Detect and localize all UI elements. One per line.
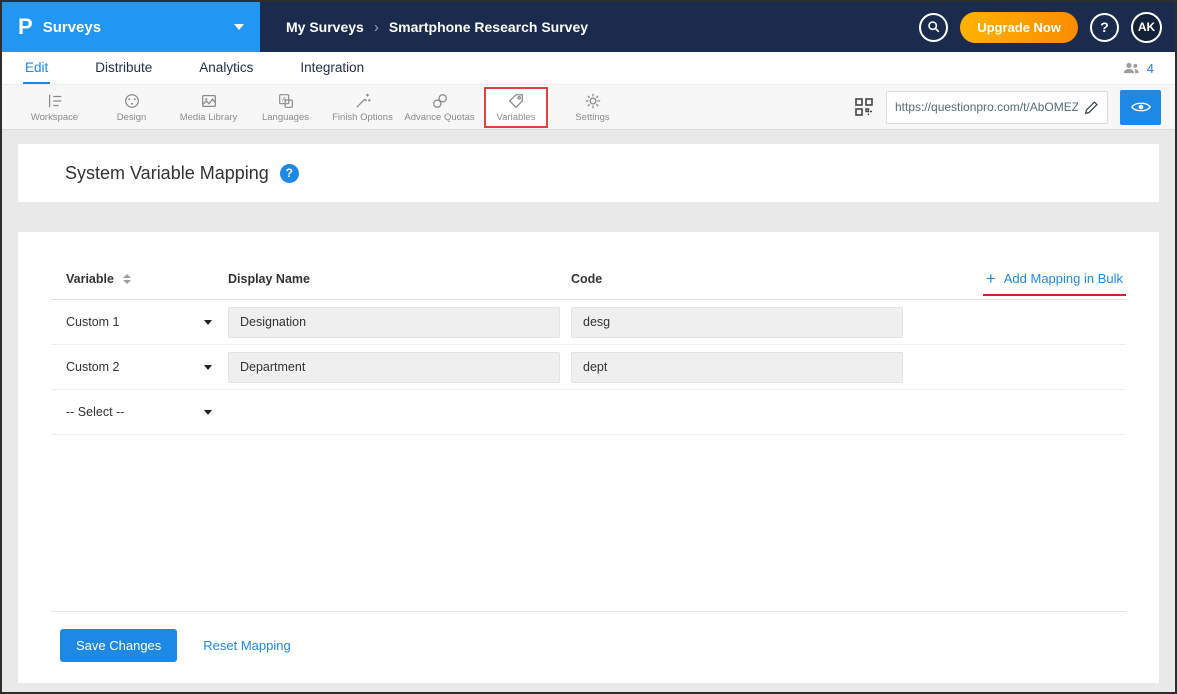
toolbar-item-workspace[interactable]: Workspace xyxy=(16,92,93,123)
table-row: Custom 1 xyxy=(51,300,1126,345)
toolbar-item-label: Settings xyxy=(575,112,609,123)
title-help-icon[interactable]: ? xyxy=(280,164,299,183)
toolbar-item-label: Advance Quotas xyxy=(404,112,474,123)
app-window: P Surveys My Surveys › Smartphone Resear… xyxy=(0,0,1177,694)
breadcrumb-separator-icon: › xyxy=(374,19,379,36)
toolbar-item-label: Languages xyxy=(262,112,309,123)
content-area: System Variable Mapping ? Variable Displ… xyxy=(2,130,1175,692)
settings-gear-icon xyxy=(584,92,602,110)
table-header-row: Variable Display Name Code + Add Mapping… xyxy=(51,258,1126,300)
breadcrumb-parent[interactable]: My Surveys xyxy=(286,19,364,35)
top-header: P Surveys My Surveys › Smartphone Resear… xyxy=(2,2,1175,52)
tab-distribute[interactable]: Distribute xyxy=(93,52,154,84)
header-actions: Upgrade Now ? AK xyxy=(919,2,1175,52)
variables-tag-icon xyxy=(507,92,525,110)
sort-icon[interactable] xyxy=(123,274,131,284)
column-header-label: Variable xyxy=(66,272,114,286)
eye-icon xyxy=(1131,100,1151,114)
toolbar-item-label: Media Library xyxy=(180,112,238,123)
tab-analytics[interactable]: Analytics xyxy=(197,52,255,84)
avatar[interactable]: AK xyxy=(1131,12,1162,43)
section-tabs: Edit Distribute Analytics Integration 4 xyxy=(2,52,1175,84)
tab-integration[interactable]: Integration xyxy=(298,52,366,84)
chevron-down-icon xyxy=(204,410,212,415)
toolbar-right xyxy=(854,90,1161,125)
toolbar-item-advance-quotas[interactable]: Advance Quotas xyxy=(401,92,478,123)
chevron-down-icon xyxy=(204,320,212,325)
workspace-icon xyxy=(46,92,64,110)
survey-url-box xyxy=(886,91,1108,124)
toolbar-item-design[interactable]: Design xyxy=(93,92,170,123)
plus-icon: + xyxy=(986,272,996,286)
variable-select-value: Custom 2 xyxy=(66,360,120,374)
chevron-down-icon xyxy=(234,24,244,30)
page-title: System Variable Mapping xyxy=(65,163,269,184)
edit-pencil-icon[interactable] xyxy=(1084,100,1099,115)
variable-select-2[interactable]: Custom 2 xyxy=(66,360,212,374)
code-input-1[interactable] xyxy=(571,307,903,338)
column-header-code: Code xyxy=(571,272,983,286)
toolbar-item-finish-options[interactable]: Finish Options xyxy=(324,92,401,123)
toolbar-item-label: Variables xyxy=(497,112,536,123)
card-footer: Save Changes Reset Mapping xyxy=(51,611,1126,683)
questionpro-logo: P xyxy=(18,16,33,38)
media-library-icon xyxy=(200,92,218,110)
tab-edit[interactable]: Edit xyxy=(23,52,50,84)
add-mapping-in-bulk-label: Add Mapping in Bulk xyxy=(1004,271,1123,286)
toolbar-item-media-library[interactable]: Media Library xyxy=(170,92,247,123)
search-icon xyxy=(927,20,941,34)
toolbar-item-label: Design xyxy=(117,112,147,123)
survey-url-input[interactable] xyxy=(895,100,1078,114)
page-title-band: System Variable Mapping ? xyxy=(18,144,1159,202)
mapping-card: Variable Display Name Code + Add Mapping… xyxy=(18,232,1159,683)
variable-select-1[interactable]: Custom 1 xyxy=(66,315,212,329)
variable-select-value: -- Select -- xyxy=(66,405,124,419)
collaborators-count: 4 xyxy=(1147,61,1154,76)
product-name: Surveys xyxy=(43,19,101,36)
chevron-down-icon xyxy=(204,365,212,370)
qr-code-button[interactable] xyxy=(854,97,874,117)
toolbar-item-variables[interactable]: Variables xyxy=(484,87,548,128)
finish-options-icon xyxy=(354,92,372,110)
edit-toolbar: Workspace Design Media Library A Languag… xyxy=(2,84,1175,130)
preview-button[interactable] xyxy=(1120,90,1161,125)
people-icon xyxy=(1123,61,1140,75)
question-mark-icon: ? xyxy=(1100,19,1109,35)
product-switcher[interactable]: P Surveys xyxy=(2,2,260,52)
design-icon xyxy=(123,92,141,110)
add-mapping-in-bulk-link[interactable]: + Add Mapping in Bulk xyxy=(983,271,1126,296)
variable-select-value: Custom 1 xyxy=(66,315,120,329)
qr-code-icon xyxy=(854,97,874,117)
display-name-input-1[interactable] xyxy=(228,307,560,338)
reset-mapping-link[interactable]: Reset Mapping xyxy=(203,638,290,653)
question-mark-icon: ? xyxy=(286,166,293,180)
upgrade-now-button[interactable]: Upgrade Now xyxy=(960,12,1078,43)
breadcrumb-current: Smartphone Research Survey xyxy=(389,19,588,35)
search-button[interactable] xyxy=(919,13,948,42)
display-name-input-2[interactable] xyxy=(228,352,560,383)
help-button[interactable]: ? xyxy=(1090,13,1119,42)
code-input-2[interactable] xyxy=(571,352,903,383)
save-changes-button[interactable]: Save Changes xyxy=(60,629,177,662)
advance-quotas-icon xyxy=(431,92,449,110)
collaborators-indicator[interactable]: 4 xyxy=(1123,52,1154,84)
languages-icon: A xyxy=(277,92,295,110)
toolbar-item-label: Workspace xyxy=(31,112,78,123)
toolbar-item-label: Finish Options xyxy=(332,112,393,123)
column-header-variable: Variable xyxy=(51,272,228,286)
table-row: Custom 2 xyxy=(51,345,1126,390)
variable-select-3[interactable]: -- Select -- xyxy=(66,405,212,419)
column-header-display-name: Display Name xyxy=(228,272,571,286)
toolbar-item-settings[interactable]: Settings xyxy=(554,92,631,123)
breadcrumb: My Surveys › Smartphone Research Survey xyxy=(260,2,588,52)
toolbar-item-languages[interactable]: A Languages xyxy=(247,92,324,123)
svg-text:A: A xyxy=(281,96,286,103)
table-row: -- Select -- xyxy=(51,390,1126,435)
